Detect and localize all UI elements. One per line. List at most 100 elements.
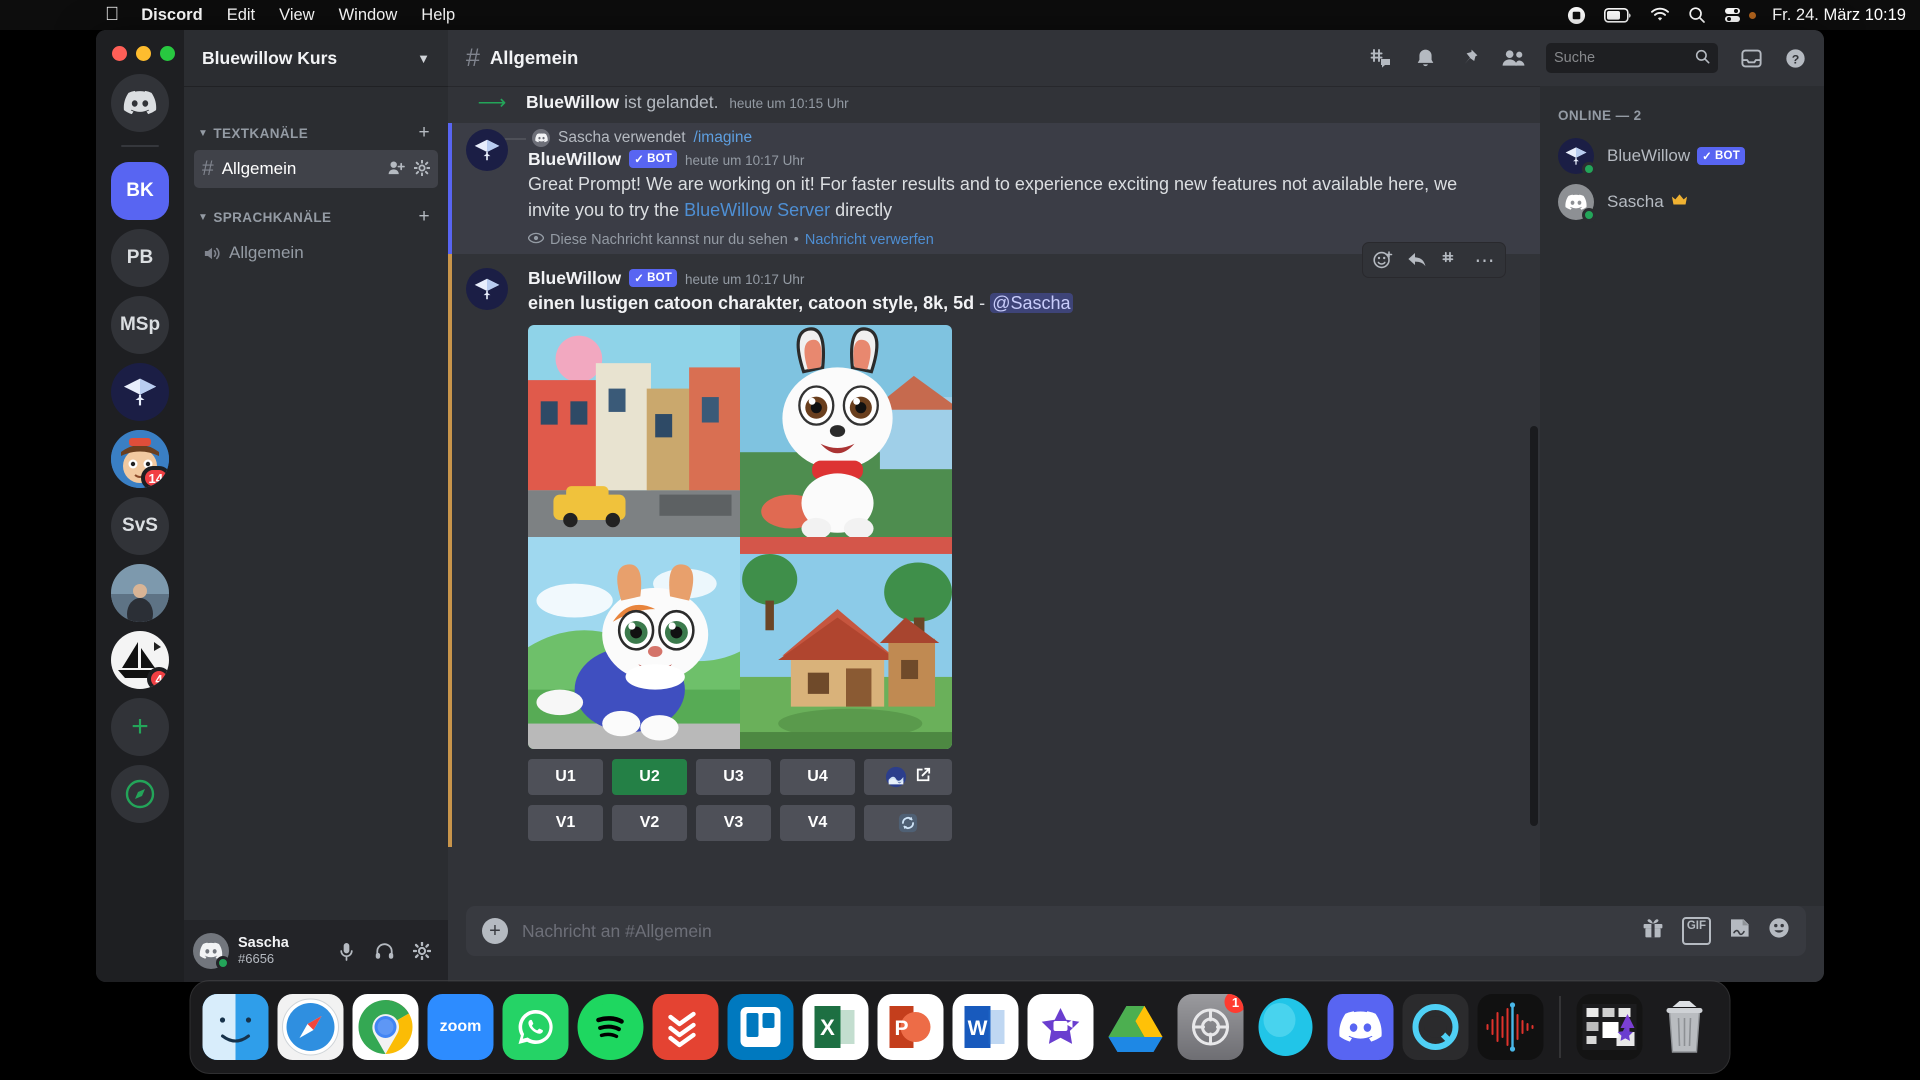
close-window-button[interactable] — [112, 46, 127, 61]
spotlight-search-icon[interactable] — [1688, 6, 1706, 24]
dock-app-spotify[interactable] — [577, 994, 644, 1060]
dock-app-google-drive[interactable] — [1103, 994, 1169, 1060]
generated-image-4[interactable] — [740, 536, 952, 749]
menu-help[interactable]: Help — [421, 6, 455, 25]
dock-app-powerpoint[interactable]: P — [877, 994, 944, 1060]
generated-image-2[interactable] — [740, 324, 952, 537]
button-u3[interactable]: U3 — [696, 758, 771, 795]
button-u2[interactable]: U2 — [612, 758, 687, 795]
avatar[interactable] — [466, 268, 508, 311]
dock-app-audio-waveform[interactable] — [1477, 994, 1544, 1060]
user-mention[interactable]: @Sascha — [990, 293, 1073, 314]
member-row-sascha[interactable]: Sascha — [1550, 179, 1814, 225]
member-row-bluewillow[interactable]: BlueWillow ✓ BOT — [1550, 133, 1814, 179]
guild-msp[interactable]: MSp — [111, 296, 169, 354]
microphone-icon[interactable] — [329, 934, 363, 968]
help-icon[interactable]: ? — [1778, 41, 1812, 75]
message-author[interactable]: BlueWillow — [528, 149, 621, 170]
generated-image-1[interactable] — [528, 324, 740, 537]
menu-window[interactable]: Window — [339, 6, 398, 25]
dock-app-ellipse[interactable] — [1253, 994, 1319, 1060]
dock-downloads-stack[interactable] — [1576, 994, 1643, 1060]
button-open-in-browser[interactable] — [864, 758, 952, 795]
slash-command-name[interactable]: /imagine — [694, 129, 753, 147]
generated-image-3[interactable] — [528, 536, 740, 749]
dock-app-finder[interactable] — [202, 994, 269, 1060]
button-v4[interactable]: V4 — [780, 804, 855, 841]
gift-icon[interactable] — [1642, 917, 1664, 945]
dock-app-system-settings[interactable]: 1 — [1177, 994, 1244, 1060]
attach-file-button[interactable]: + — [482, 918, 508, 944]
dismiss-message-link[interactable]: Nachricht verwerfen — [805, 232, 934, 248]
threads-icon[interactable] — [1364, 41, 1398, 75]
bluewillow-server-link[interactable]: BlueWillow Server — [684, 200, 830, 220]
message-scrollbar[interactable] — [1530, 426, 1538, 826]
user-settings-gear-icon[interactable] — [405, 934, 439, 968]
dock-app-discord[interactable] — [1327, 994, 1394, 1060]
guild-bluewillow[interactable] — [111, 363, 169, 421]
dock-trash[interactable] — [1652, 994, 1718, 1060]
members-icon[interactable] — [1496, 41, 1530, 75]
search-input[interactable]: Suche — [1546, 43, 1718, 73]
menu-edit[interactable]: Edit — [227, 6, 255, 25]
button-u4[interactable]: U4 — [780, 758, 855, 795]
headphones-icon[interactable] — [367, 934, 401, 968]
sidebar-channel-allgemein-voice[interactable]: Allgemein — [194, 234, 438, 272]
message-input[interactable]: Nachricht an #Allgemein — [522, 921, 1628, 942]
sticker-icon[interactable] — [1729, 917, 1750, 945]
dock-app-safari[interactable] — [277, 994, 344, 1060]
wifi-icon[interactable] — [1650, 7, 1670, 23]
message-composer[interactable]: + Nachricht an #Allgemein GIF — [466, 906, 1806, 956]
avatar[interactable] — [466, 129, 508, 171]
menu-view[interactable]: View — [279, 6, 314, 25]
button-u1[interactable]: U1 — [528, 758, 603, 795]
gif-button[interactable]: GIF — [1681, 917, 1711, 945]
slash-command-reference[interactable]: Sascha verwendet /imagine — [490, 129, 1488, 152]
control-center-icon[interactable] — [1724, 7, 1757, 23]
channel-settings-gear-icon[interactable] — [413, 159, 431, 179]
button-v1[interactable]: V1 — [528, 804, 603, 841]
menu-discord[interactable]: Discord — [141, 6, 202, 25]
pin-icon[interactable] — [1452, 41, 1486, 75]
window-traffic-lights[interactable] — [112, 46, 175, 61]
button-v2[interactable]: V2 — [612, 804, 687, 841]
message-scroller[interactable]: ⟶ BlueWillow ist gelandet. heute um 10:1… — [448, 86, 1540, 906]
create-voice-channel-button[interactable]: + — [418, 206, 430, 228]
notification-bell-icon[interactable] — [1408, 41, 1442, 75]
generated-image-grid[interactable] — [528, 324, 952, 749]
guild-avatar-boy[interactable]: 14 — [111, 430, 169, 488]
button-reroll[interactable] — [864, 804, 952, 841]
dock-app-excel[interactable]: X — [802, 994, 869, 1060]
guild-bk[interactable]: BK — [111, 162, 169, 220]
dock-app-whatsapp[interactable] — [502, 994, 569, 1060]
dock-app-quicktime[interactable] — [1402, 994, 1469, 1060]
screen-record-icon[interactable] — [1567, 6, 1586, 25]
dock-app-imovie[interactable] — [1027, 994, 1094, 1060]
add-server-button[interactable]: + — [111, 698, 169, 756]
explore-servers-button[interactable] — [111, 765, 169, 823]
button-v3[interactable]: V3 — [696, 804, 771, 841]
menubar-clock[interactable]: Fr. 24. März 10:19 — [1772, 6, 1906, 25]
user-avatar[interactable] — [193, 933, 230, 970]
minimize-window-button[interactable] — [136, 46, 151, 61]
inbox-icon[interactable] — [1734, 41, 1768, 75]
reply-icon[interactable] — [1401, 245, 1433, 275]
apple-icon[interactable]:  — [105, 5, 119, 24]
add-reaction-icon[interactable] — [1367, 245, 1399, 275]
dock-app-trello[interactable] — [727, 994, 794, 1060]
message-author[interactable]: BlueWillow — [528, 268, 621, 289]
dock-app-word[interactable]: W — [952, 994, 1019, 1060]
guild-sailboat[interactable]: 4 — [111, 631, 169, 689]
dock-app-zoom[interactable]: zoom — [427, 994, 494, 1060]
more-options-icon[interactable]: ⋯ — [1469, 245, 1501, 275]
discord-home-button[interactable] — [111, 74, 169, 132]
chevron-down-icon[interactable]: ▼ — [417, 51, 430, 66]
guild-svs[interactable]: SvS — [111, 497, 169, 555]
battery-icon[interactable] — [1604, 7, 1632, 23]
server-header[interactable]: Bluewillow Kurs ▼ — [184, 30, 448, 86]
emoji-icon[interactable] — [1768, 917, 1790, 945]
sidebar-channel-allgemein-text[interactable]: # Allgemein — [194, 150, 438, 188]
dock-app-todoist[interactable] — [652, 994, 719, 1060]
guild-pb[interactable]: PB — [111, 229, 169, 287]
create-channel-button[interactable]: + — [418, 122, 430, 144]
